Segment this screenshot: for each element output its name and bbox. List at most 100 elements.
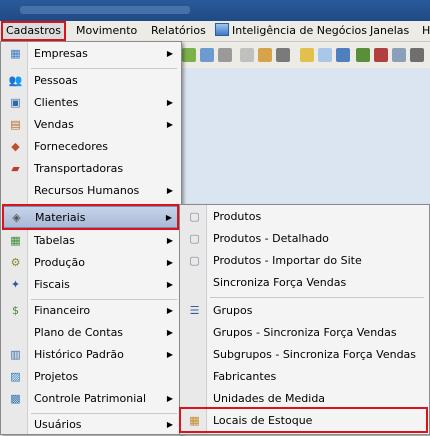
menu-item-label: Produção <box>34 256 85 269</box>
bi-app-icon <box>215 23 229 36</box>
menu-item-recursos-humanos[interactable]: Recursos Humanos ▶ <box>2 180 179 202</box>
menu-item-label: Locais de Estoque <box>213 414 313 427</box>
toolbar-icon[interactable] <box>300 48 314 62</box>
menu-item-label: Sincroniza Força Vendas <box>213 276 347 289</box>
toolbar-icon[interactable] <box>374 48 388 62</box>
toolbar-icon[interactable] <box>240 48 254 62</box>
menu-item-empresas[interactable]: ▦ Empresas ▶ <box>2 43 179 65</box>
box-icon: ▢ <box>189 254 200 267</box>
menu-item-plano-de-contas[interactable]: Plano de Contas ▶ <box>2 322 179 344</box>
submenu-arrow-icon: ▶ <box>165 213 172 222</box>
menu-item-locais-de-estoque[interactable]: ▦ Locais de Estoque <box>181 410 427 432</box>
menu-item-grupos[interactable]: ☰ Grupos <box>181 300 427 322</box>
menu-movimento[interactable]: Movimento <box>71 21 142 41</box>
gears-icon: ⚙ <box>10 256 21 269</box>
toolbar-icon[interactable] <box>218 48 232 62</box>
submenu-arrow-icon: ▶ <box>166 280 173 289</box>
menu-item-label: Empresas <box>34 47 88 60</box>
briefcase-icon: ▤ <box>10 118 21 131</box>
menu-item-tabelas[interactable]: ▦ Tabelas ▶ <box>2 230 179 252</box>
submenu-arrow-icon: ▶ <box>166 120 173 129</box>
toolbar-icon[interactable] <box>182 48 196 62</box>
buildings-icon: ▦ <box>10 47 21 60</box>
warehouse-icon: ▦ <box>189 414 200 427</box>
menu-item-pessoas[interactable]: 👥 Pessoas <box>2 70 179 92</box>
box-icon: ▢ <box>189 232 200 245</box>
submenu-arrow-icon: ▶ <box>166 236 173 245</box>
asset-icon: ▩ <box>10 392 21 405</box>
menu-item-clientes[interactable]: ▣ Clientes ▶ <box>2 92 179 114</box>
menu-item-label: Produtos <box>213 210 262 223</box>
menu-item-label: Pessoas <box>34 74 78 87</box>
client-card-icon: ▣ <box>10 96 21 109</box>
submenu-arrow-icon: ▶ <box>166 186 173 195</box>
projects-icon: ▨ <box>10 370 21 383</box>
menu-item-label: Fiscais <box>34 278 70 291</box>
submenu-arrow-icon: ▶ <box>166 394 173 403</box>
menu-item-fiscais[interactable]: ✦ Fiscais ▶ <box>2 274 179 296</box>
menu-item-subgrupos-sincroniza[interactable]: Subgrupos - Sincroniza Força Vendas <box>181 344 427 366</box>
menu-item-label: Financeiro <box>34 304 91 317</box>
menu-inteligencia[interactable]: Inteligência de Negócios <box>210 21 372 41</box>
menu-inteligencia-label: Inteligência de Negócios <box>232 24 367 37</box>
menu-item-producao[interactable]: ⚙ Produção ▶ <box>2 252 179 274</box>
menu-item-fornecedores[interactable]: ◆ Fornecedores <box>2 136 179 158</box>
toolbar-icon[interactable] <box>276 48 290 62</box>
toolbar-icon[interactable] <box>258 48 272 62</box>
menu-item-produtos[interactable]: ▢ Produtos <box>181 206 427 228</box>
toolbar-icon[interactable] <box>318 48 332 62</box>
toolbar-icon[interactable] <box>200 48 214 62</box>
menu-relatorios[interactable]: Relatórios <box>146 21 211 41</box>
supplier-icon: ◆ <box>11 140 20 153</box>
toolbar-icon[interactable] <box>410 48 424 62</box>
menu-janelas[interactable]: Janelas <box>365 21 414 41</box>
history-icon: ▥ <box>10 348 21 361</box>
submenu-arrow-icon: ▶ <box>166 258 173 267</box>
menu-separator <box>210 297 424 298</box>
table-icon: ▦ <box>10 234 21 247</box>
menu-help[interactable]: H <box>417 21 430 41</box>
menu-item-transportadoras[interactable]: ▰ Transportadoras <box>2 158 179 180</box>
menu-item-grupos-sincroniza[interactable]: Grupos - Sincroniza Força Vendas <box>181 322 427 344</box>
blurred-title <box>20 6 190 14</box>
box-icon: ▢ <box>189 210 200 223</box>
people-icon: 👥 <box>8 74 23 87</box>
menu-item-label: Fabricantes <box>213 370 277 383</box>
menu-item-financeiro[interactable]: $ Financeiro ▶ <box>2 300 179 322</box>
menu-item-historico-padrao[interactable]: ▥ Histórico Padrão ▶ <box>2 344 179 366</box>
menu-item-label: Transportadoras <box>34 162 124 175</box>
submenu-arrow-icon: ▶ <box>166 98 173 107</box>
menu-item-projetos[interactable]: ▨ Projetos <box>2 366 179 388</box>
menu-item-fabricantes[interactable]: Fabricantes <box>181 366 427 388</box>
menu-item-controle-patrimonial[interactable]: ▩ Controle Patrimonial ▶ <box>2 388 179 410</box>
menu-item-label: Produtos - Detalhado <box>213 232 329 245</box>
menu-item-label: Tabelas <box>34 234 75 247</box>
menu-item-label: Unidades de Medida <box>213 392 326 405</box>
menu-item-sincroniza-forca-vendas[interactable]: Sincroniza Força Vendas <box>181 272 427 294</box>
toolbar-icon[interactable] <box>356 48 370 62</box>
submenu-arrow-icon: ▶ <box>166 328 173 337</box>
menu-item-label: Produtos - Importar do Site <box>213 254 362 267</box>
workspace-background <box>180 68 430 208</box>
menu-cadastros[interactable]: Cadastros <box>1 21 66 41</box>
menu-item-produtos-importar[interactable]: ▢ Produtos - Importar do Site <box>181 250 427 272</box>
window-title-bar <box>0 0 430 21</box>
menu-item-label: Recursos Humanos <box>34 184 140 197</box>
menu-item-label: Histórico Padrão <box>34 348 124 361</box>
menu-item-materiais[interactable]: ◈ Materiais ▶ <box>2 206 179 228</box>
toolbar-icon[interactable] <box>392 48 406 62</box>
menu-item-label: Plano de Contas <box>34 326 124 339</box>
menu-item-label: Vendas <box>34 118 74 131</box>
menu-item-label: Controle Patrimonial <box>34 392 147 405</box>
menu-item-vendas[interactable]: ▤ Vendas ▶ <box>2 114 179 136</box>
menu-item-label: Projetos <box>34 370 79 383</box>
menu-item-unidades-de-medida[interactable]: Unidades de Medida <box>181 388 427 410</box>
menu-item-label: Fornecedores <box>34 140 109 153</box>
materiais-submenu: ▢ Produtos ▢ Produtos - Detalhado ▢ Produto… <box>179 204 430 435</box>
submenu-arrow-icon: ▶ <box>166 306 173 315</box>
menu-item-produtos-detalhado[interactable]: ▢ Produtos - Detalhado <box>181 228 427 250</box>
truck-icon: ▰ <box>11 162 20 175</box>
menu-item-label: Grupos - Sincroniza Força Vendas <box>213 326 397 339</box>
toolbar-icon[interactable] <box>336 48 350 62</box>
materials-box-icon: ◈ <box>12 211 21 224</box>
